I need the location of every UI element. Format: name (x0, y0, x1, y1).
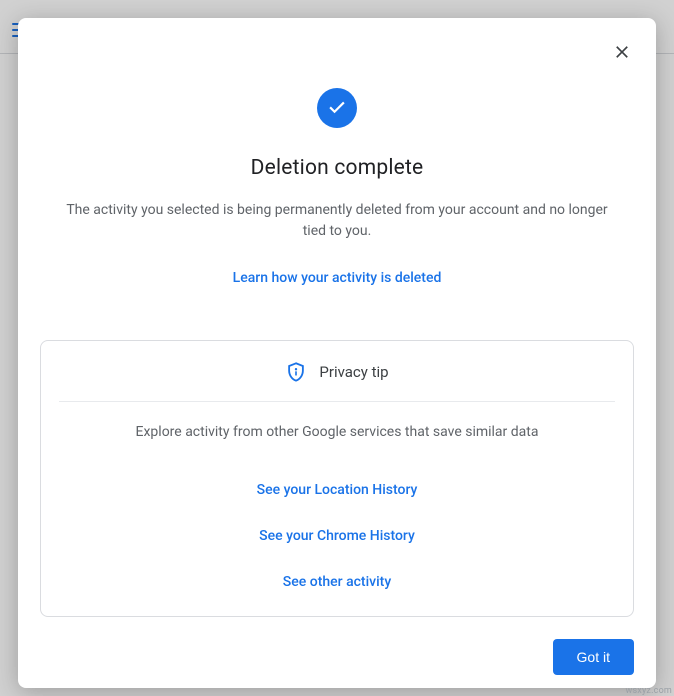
card-header: Privacy tip (59, 361, 615, 401)
close-button[interactable] (604, 34, 640, 70)
close-icon (612, 42, 632, 62)
dialog-content: Deletion complete The activity you selec… (40, 36, 634, 617)
divider (59, 401, 615, 402)
chrome-history-link[interactable]: See your Chrome History (259, 528, 415, 544)
check-icon (325, 96, 349, 120)
success-badge (317, 88, 357, 128)
dialog-footer: Got it (40, 617, 634, 675)
privacy-tip-card: Privacy tip Explore activity from other … (40, 340, 634, 617)
got-it-button[interactable]: Got it (553, 639, 634, 675)
card-description: Explore activity from other Google servi… (136, 424, 539, 440)
watermark: wsxyz.com (625, 686, 672, 696)
dialog-title: Deletion complete (251, 156, 424, 180)
other-activity-link[interactable]: See other activity (283, 574, 391, 590)
location-history-link[interactable]: See your Location History (257, 482, 418, 498)
card-title: Privacy tip (319, 363, 388, 381)
learn-link[interactable]: Learn how your activity is deleted (233, 270, 442, 286)
shield-icon (285, 361, 307, 383)
dialog-description: The activity you selected is being perma… (57, 200, 617, 242)
deletion-complete-dialog: Deletion complete The activity you selec… (18, 18, 656, 688)
